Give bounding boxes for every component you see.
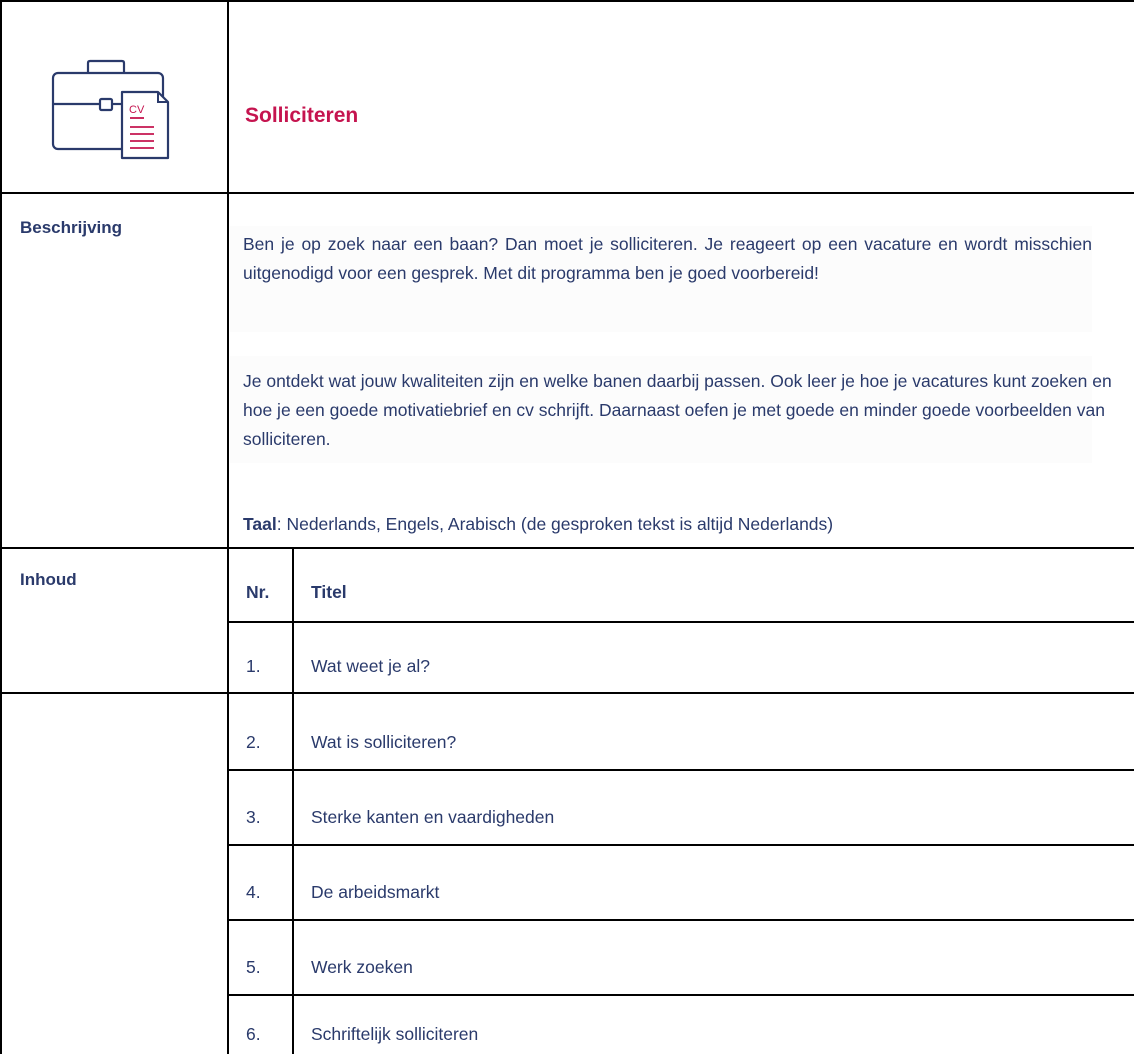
row-divider-row3 [228,769,1134,771]
language-line: Taal: Nederlands, Engels, Arabisch (de g… [243,510,1113,539]
nr-column-divider [292,548,294,1054]
row-number: 4. [246,882,261,902]
column-header-nr: Nr. [246,582,270,602]
row-title: Sterke kanten en vaardigheden [311,807,555,827]
language-value: : Nederlands, Engels, Arabisch (de gespr… [276,514,834,534]
row-divider-header [0,192,1134,194]
row-divider-row6 [228,994,1134,996]
cv-badge-text: CV [129,104,145,116]
row-divider-row5 [228,919,1134,921]
row-title: Werk zoeken [311,957,413,977]
row-number: 1. [246,656,261,676]
description-paragraph-1: Ben je op zoek naar een baan? Dan moet j… [243,234,1092,283]
row-divider-description [0,547,1134,549]
row-number: 6. [246,1024,261,1044]
row-title: Schriftelijk solliciteren [311,1024,479,1044]
row-number: 2. [246,732,261,752]
row-divider-row4 [228,844,1134,846]
language-label: Taal [243,514,277,534]
course-description-document: CV Solliciteren Beschrijving Ben je op z… [0,0,1134,1054]
row-number: 5. [246,957,261,977]
row-title: De arbeidsmarkt [311,882,440,902]
row-divider-row1 [228,621,1134,623]
row-title: Wat weet je al? [311,656,430,676]
page-title: Solliciteren [245,104,359,127]
row-divider-contents [0,692,1134,694]
row-title: Wat is solliciteren? [311,732,457,752]
description-label: Beschrijving [20,218,123,237]
briefcase-cv-icon: CV [51,59,170,160]
contents-label: Inhoud [20,570,77,589]
column-header-title: Titel [311,582,347,602]
header-icon-cell: CV [0,0,228,192]
description-paragraph-2: Je ontdekt wat jouw kwaliteiten zijn en … [243,371,1112,449]
row-number: 3. [246,807,261,827]
